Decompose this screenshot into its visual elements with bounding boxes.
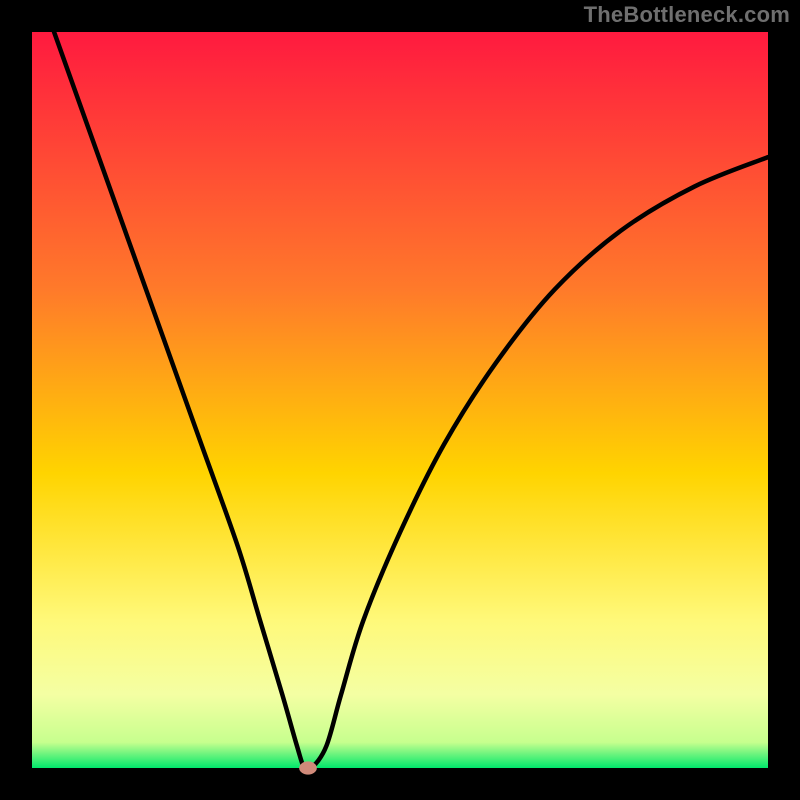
chart-container: TheBottleneck.com [0, 0, 800, 800]
bottleneck-chart [0, 0, 800, 800]
plot-area [32, 32, 768, 768]
watermark-text: TheBottleneck.com [584, 2, 790, 28]
optimum-marker [299, 761, 317, 774]
